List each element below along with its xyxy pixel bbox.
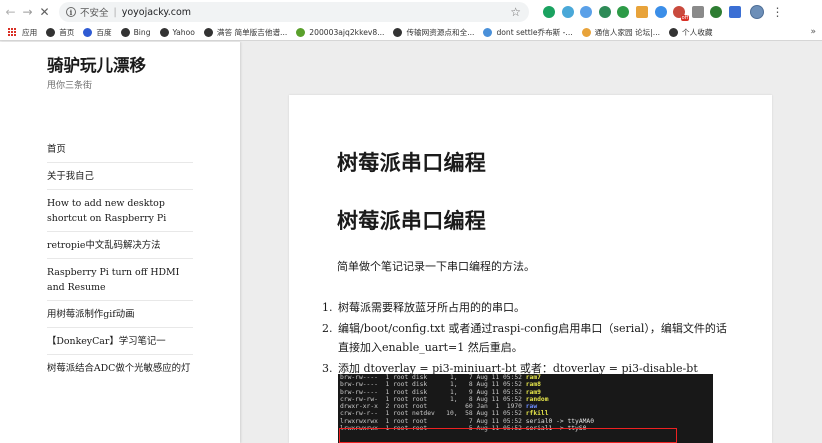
globe-icon [120,27,130,37]
bookmark-200003[interactable]: 200003ajq2kkev8... [296,27,385,37]
browser-toolbar: ← → ✕ i 不安全 | yoyojacky.com ☆ off ⋮ [0,0,822,24]
sidebar-item-retropie[interactable]: retropie中文乱码解决方法 [47,238,193,259]
sidebar-item-gif[interactable]: 用树莓派制作gif动画 [47,307,193,328]
paw-icon [83,27,93,37]
extension-evernote-icon[interactable] [598,6,611,18]
profile-avatar-icon[interactable] [749,5,764,19]
extension-leaf-icon[interactable] [617,6,630,18]
sidebar-item-about[interactable]: 关于我自己 [47,169,193,190]
bookmark-label: 通信人家园 论坛|... [594,27,661,37]
extension-adblock-icon[interactable]: off [673,6,690,21]
list-number: 3. [322,362,333,375]
bookmark-label: dont settle乔布斯 -... [496,27,573,37]
bookmark-guitar-tabs[interactable]: 满答 简单版吉他谱... [203,27,288,38]
bookmark-home[interactable]: 首页 [46,27,74,38]
terminal-line: lrwxrwxrwx 1 root root 5 Aug 11 05:52 se… [340,425,587,433]
extension-shield-icon[interactable] [654,6,667,18]
info-icon[interactable]: i [66,7,76,17]
extension-google-translate-icon[interactable] [728,6,741,18]
cloud-icon [483,27,493,37]
site-title[interactable]: 骑驴玩儿漂移 [47,52,146,76]
list-text: 编辑/boot/config.txt 或者通过raspi-config启用串口（… [338,322,727,354]
address-bar[interactable]: i 不安全 | yoyojacky.com ☆ [59,2,529,22]
terminal-line: crw-rw-rw- 1 root root 1, 8 Aug 11 05:52… [340,395,549,403]
bookmark-label: 应用 [22,27,38,37]
globe-icon [203,27,213,37]
post-steps-list: 1. 树莓派需要释放蓝牙所占用的的串口。 2. 编辑/boot/config.t… [322,298,732,380]
bookmark-yahoo[interactable]: Yahoo [159,27,195,37]
globe-icon [393,27,403,37]
bookmark-c114[interactable]: 通信人家园 论坛|... [581,27,661,38]
bookmark-label: 传输网资源点和全... [406,27,475,37]
bookmark-label: Yahoo [172,27,195,37]
bookmark-label: 个人收藏 [682,27,713,37]
terminal-screenshot: brw-rw---- 1 root disk 1, 7 Aug 11 05:52… [338,374,713,443]
sidebar-item-adc-light[interactable]: 树莓派结合ADC做个光敏感应的灯 [47,361,193,381]
insecure-label: 不安全 [80,8,109,19]
list-text: 树莓派需要释放蓝牙所占用的的串口。 [338,301,525,314]
bookmark-personal[interactable]: 个人收藏 [669,27,712,38]
bookmarks-overflow-icon[interactable]: » [810,27,816,37]
extension-rss-icon[interactable] [635,6,648,18]
bookmark-label: Bing [133,27,151,37]
browser-menu-icon[interactable]: ⋮ [772,5,784,19]
list-item: 1. 树莓派需要释放蓝牙所占用的的串口。 [322,298,732,317]
forward-arrow-icon[interactable]: → [19,2,36,22]
url-text[interactable]: yoyojacky.com [122,7,191,18]
post-intro: 简单做个笔记记录一下串口编程的方法。 [337,260,535,273]
extension-badge: off [680,15,690,21]
back-arrow-icon[interactable]: ← [2,2,19,22]
terminal-line: lrwxrwxrwx 1 root root 7 Aug 11 05:52 se… [340,417,595,425]
bookmark-baidu[interactable]: 百度 [83,27,112,38]
bookmark-label: 百度 [96,27,112,37]
post-title[interactable]: 树莓派串口编程 [337,147,486,177]
sidebar-item-donkeycar[interactable]: 【DonkeyCar】学习笔记一 [47,334,193,355]
address-separator: | [113,6,117,18]
post-content: 树莓派串口编程 树莓派串口编程 简单做个笔记记录一下串口编程的方法。 1. 树莓… [289,95,772,443]
bookmark-bing[interactable]: Bing [120,27,151,37]
bookmark-label: 200003ajq2kkev8... [309,27,385,37]
sidebar-item-desktop-shortcut[interactable]: How to add new desktop shortcut on Raspb… [47,196,193,232]
globe-icon [46,27,56,37]
extension-translate-icon[interactable] [561,6,574,18]
terminal-line: brw-rw---- 1 root disk 1, 9 Aug 11 05:52… [340,388,541,396]
bookmark-apps[interactable]: 应用 [0,27,37,38]
extension-check-icon[interactable] [543,6,555,18]
terminal-line: brw-rw---- 1 root disk 1, 7 Aug 11 05:52… [340,374,541,381]
list-number: 2. [322,322,333,335]
sidebar-nav: 首页 关于我自己 How to add new desktop shortcut… [47,142,193,387]
extension-globe-icon[interactable] [580,6,593,18]
globe-icon [159,27,169,37]
bookmarks-bar: 应用 首页 百度 Bing Yahoo 满答 简单版吉他谱... 200003a… [0,24,822,41]
apps-grid-icon [8,27,17,37]
extension-bookmark-icon[interactable] [691,6,704,18]
list-number: 1. [322,301,333,314]
bookmark-dont-settle[interactable]: dont settle乔布斯 -... [483,27,573,38]
stop-loading-icon[interactable]: ✕ [36,2,53,22]
bookmark-label: 满答 简单版吉他谱... [216,27,288,37]
sidebar-item-hdmi[interactable]: Raspberry Pi turn off HDMI and Resume [47,265,193,301]
site-description: 甩你三条街 [47,81,93,91]
forum-icon [581,27,591,37]
bookmark-label: 首页 [59,27,75,37]
number-17-icon [296,27,306,37]
bookmark-transmission[interactable]: 传输网资源点和全... [393,27,474,38]
globe-icon [669,27,679,37]
sidebar-item-home[interactable]: 首页 [47,142,193,163]
post-heading: 树莓派串口编程 [337,208,487,233]
terminal-line: crw-rw-r-- 1 root netdev 10, 58 Aug 11 0… [340,410,549,418]
extension-icons: off [543,6,748,21]
terminal-line: brw-rw---- 1 root disk 1, 8 Aug 11 05:52… [340,381,541,389]
list-item: 2. 编辑/boot/config.txt 或者通过raspi-config启用… [322,319,732,357]
extension-vpn-icon[interactable] [710,6,723,18]
bookmark-star-icon[interactable]: ☆ [510,5,521,19]
